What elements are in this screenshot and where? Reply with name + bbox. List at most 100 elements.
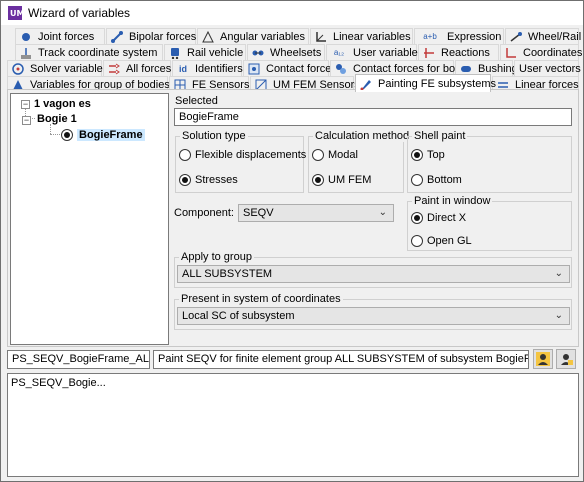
app-icon: UM: [8, 6, 22, 20]
tab-joint-forces[interactable]: Joint forces: [15, 28, 105, 44]
user-variables-icon: a₁₂: [333, 48, 345, 57]
tab-label: Coordinates: [523, 46, 583, 59]
tab-identifiers[interactable]: id Identifiers: [172, 60, 243, 76]
apply-group-value: ALL SUBSYSTEM: [182, 268, 273, 280]
apply-group-select[interactable]: ALL SUBSYSTEM ⌄: [177, 265, 570, 283]
option-label: Flexible displacements: [195, 149, 307, 161]
radio-icon: [312, 149, 324, 161]
solution-type-title: Solution type: [180, 130, 248, 142]
wheelsets-icon: [252, 47, 264, 59]
radio-icon: [411, 149, 423, 161]
component-select[interactable]: SEQV ⌄: [238, 204, 394, 222]
tab-label: Angular variables: [220, 30, 305, 43]
shell-paint-title: Shell paint: [412, 130, 468, 142]
option-label: Bottom: [427, 174, 462, 186]
bipolar-forces-icon: [111, 30, 123, 43]
person-list-icon: [561, 354, 573, 365]
tab-label: Reactions: [441, 46, 490, 59]
tab-label: All forces: [126, 62, 172, 75]
tab-label: Linear variables: [333, 30, 411, 43]
collapse-toggle[interactable]: −: [22, 116, 31, 125]
tab-rail-vehicle[interactable]: Rail vehicle: [164, 44, 246, 60]
list-item[interactable]: PS_SEQV_Bogie...: [11, 377, 575, 389]
variable-name-field[interactable]: PS_SEQV_BogieFrame_ALL SUBSYS: [7, 350, 150, 369]
tab-solver-variables[interactable]: Solver variables: [7, 60, 108, 76]
tab-bipolar-forces[interactable]: Bipolar forces: [106, 28, 196, 44]
tab-label: Bushing: [478, 62, 518, 75]
joint-forces-icon: [20, 31, 32, 43]
coord-system-select[interactable]: Local SC of subsystem ⌄: [177, 307, 570, 325]
solver-variables-icon: [12, 62, 24, 75]
wheel-rail-icon: [510, 31, 522, 43]
tab-label: Bipolar forces: [129, 30, 197, 43]
tab-label: Track coordinate system: [38, 46, 158, 59]
tab-label: User vectors: [519, 62, 581, 75]
option-open-gl[interactable]: Open GL: [411, 235, 472, 247]
tab-label: Wheel/Rail: [528, 30, 582, 43]
tree-line: [50, 124, 51, 134]
tab-user-variables[interactable]: a₁₂ User variables: [326, 44, 423, 60]
option-stresses[interactable]: Stresses: [179, 174, 238, 186]
tab-user-vectors[interactable]: User vectors: [514, 60, 581, 76]
person-add-icon: [536, 352, 550, 366]
tab-track-coordinate-system[interactable]: Track coordinate system: [15, 44, 163, 60]
object-tree[interactable]: − 1 vagon es − Bogie 1 BogieFrame: [10, 93, 169, 345]
painting-fe-icon: [360, 78, 372, 90]
contact-forces-icon: [248, 63, 260, 75]
radio-icon: [179, 174, 191, 186]
variables-list[interactable]: PS_SEQV_Bogie...: [7, 373, 579, 477]
option-label: Modal: [328, 149, 358, 161]
title-bar: UM Wizard of variables: [1, 1, 583, 25]
angular-variables-icon: [202, 30, 214, 43]
tab-label: User variables: [353, 46, 424, 59]
variable-description-field[interactable]: Paint SEQV for finite element group ALL …: [153, 350, 529, 369]
tab-label: Expression: [447, 30, 502, 43]
tab-label: Rail vehicle: [187, 46, 244, 59]
radio-icon: [61, 129, 73, 141]
option-flexible-displacements[interactable]: Flexible displacements: [179, 149, 306, 161]
add-list-button[interactable]: [556, 349, 576, 369]
reactions-icon: [423, 47, 435, 59]
contact-forces-bodies-icon: [335, 63, 347, 75]
tab-contact-forces[interactable]: Contact forces: [243, 60, 337, 76]
radio-icon: [312, 174, 324, 186]
wizard-window: UM Wizard of variables Joint forces Bipo…: [0, 0, 584, 482]
tab-label: Joint forces: [38, 30, 95, 43]
tab-reactions[interactable]: Reactions: [418, 44, 499, 60]
radio-icon: [411, 212, 423, 224]
option-um-fem[interactable]: UM FEM: [312, 174, 371, 186]
coord-system-title: Present in system of coordinates: [179, 293, 343, 305]
option-direct-x[interactable]: Direct X: [411, 212, 466, 224]
tab-coordinates[interactable]: Coordinates: [500, 44, 583, 60]
tab-angular-variables[interactable]: Angular variables: [197, 28, 309, 44]
option-modal[interactable]: Modal: [312, 149, 358, 161]
option-label: Stresses: [195, 174, 238, 186]
tab-linear-variables[interactable]: Linear variables: [310, 28, 413, 44]
option-label: Open GL: [427, 235, 472, 247]
option-label: Top: [427, 149, 445, 161]
rail-vehicle-icon: [169, 47, 181, 59]
selected-label: Selected: [175, 95, 218, 107]
tab-label: Wheelsets: [270, 46, 322, 59]
component-label: Component:: [174, 207, 234, 219]
tree-item-bogieframe-row[interactable]: BogieFrame: [61, 129, 145, 141]
tab-wheelsets[interactable]: Wheelsets: [247, 44, 325, 60]
tab-expression[interactable]: a+b Expression: [414, 28, 504, 44]
tab-painting-fe-subsystems[interactable]: Painting FE subsystems: [355, 74, 496, 92]
tree-item-bogieframe[interactable]: BogieFrame: [77, 129, 145, 141]
linear-variables-icon: [315, 31, 327, 43]
add-variable-button[interactable]: [533, 349, 553, 369]
option-top[interactable]: Top: [411, 149, 445, 161]
tree-item-bogie[interactable]: Bogie 1: [37, 113, 77, 125]
radio-icon: [411, 235, 423, 247]
tree-item-root[interactable]: 1 vagon es: [34, 98, 91, 110]
tab-wheel-rail[interactable]: Wheel/Rail: [505, 28, 582, 44]
expression-icon: a+b: [423, 32, 437, 41]
option-label: UM FEM: [328, 174, 372, 186]
option-bottom[interactable]: Bottom: [411, 174, 462, 186]
window-title: Wizard of variables: [28, 6, 131, 20]
selected-field[interactable]: BogieFrame: [174, 108, 572, 126]
collapse-toggle[interactable]: −: [21, 100, 30, 109]
tab-label: Identifiers: [195, 62, 243, 75]
tab-all-forces[interactable]: All forces: [103, 60, 171, 76]
